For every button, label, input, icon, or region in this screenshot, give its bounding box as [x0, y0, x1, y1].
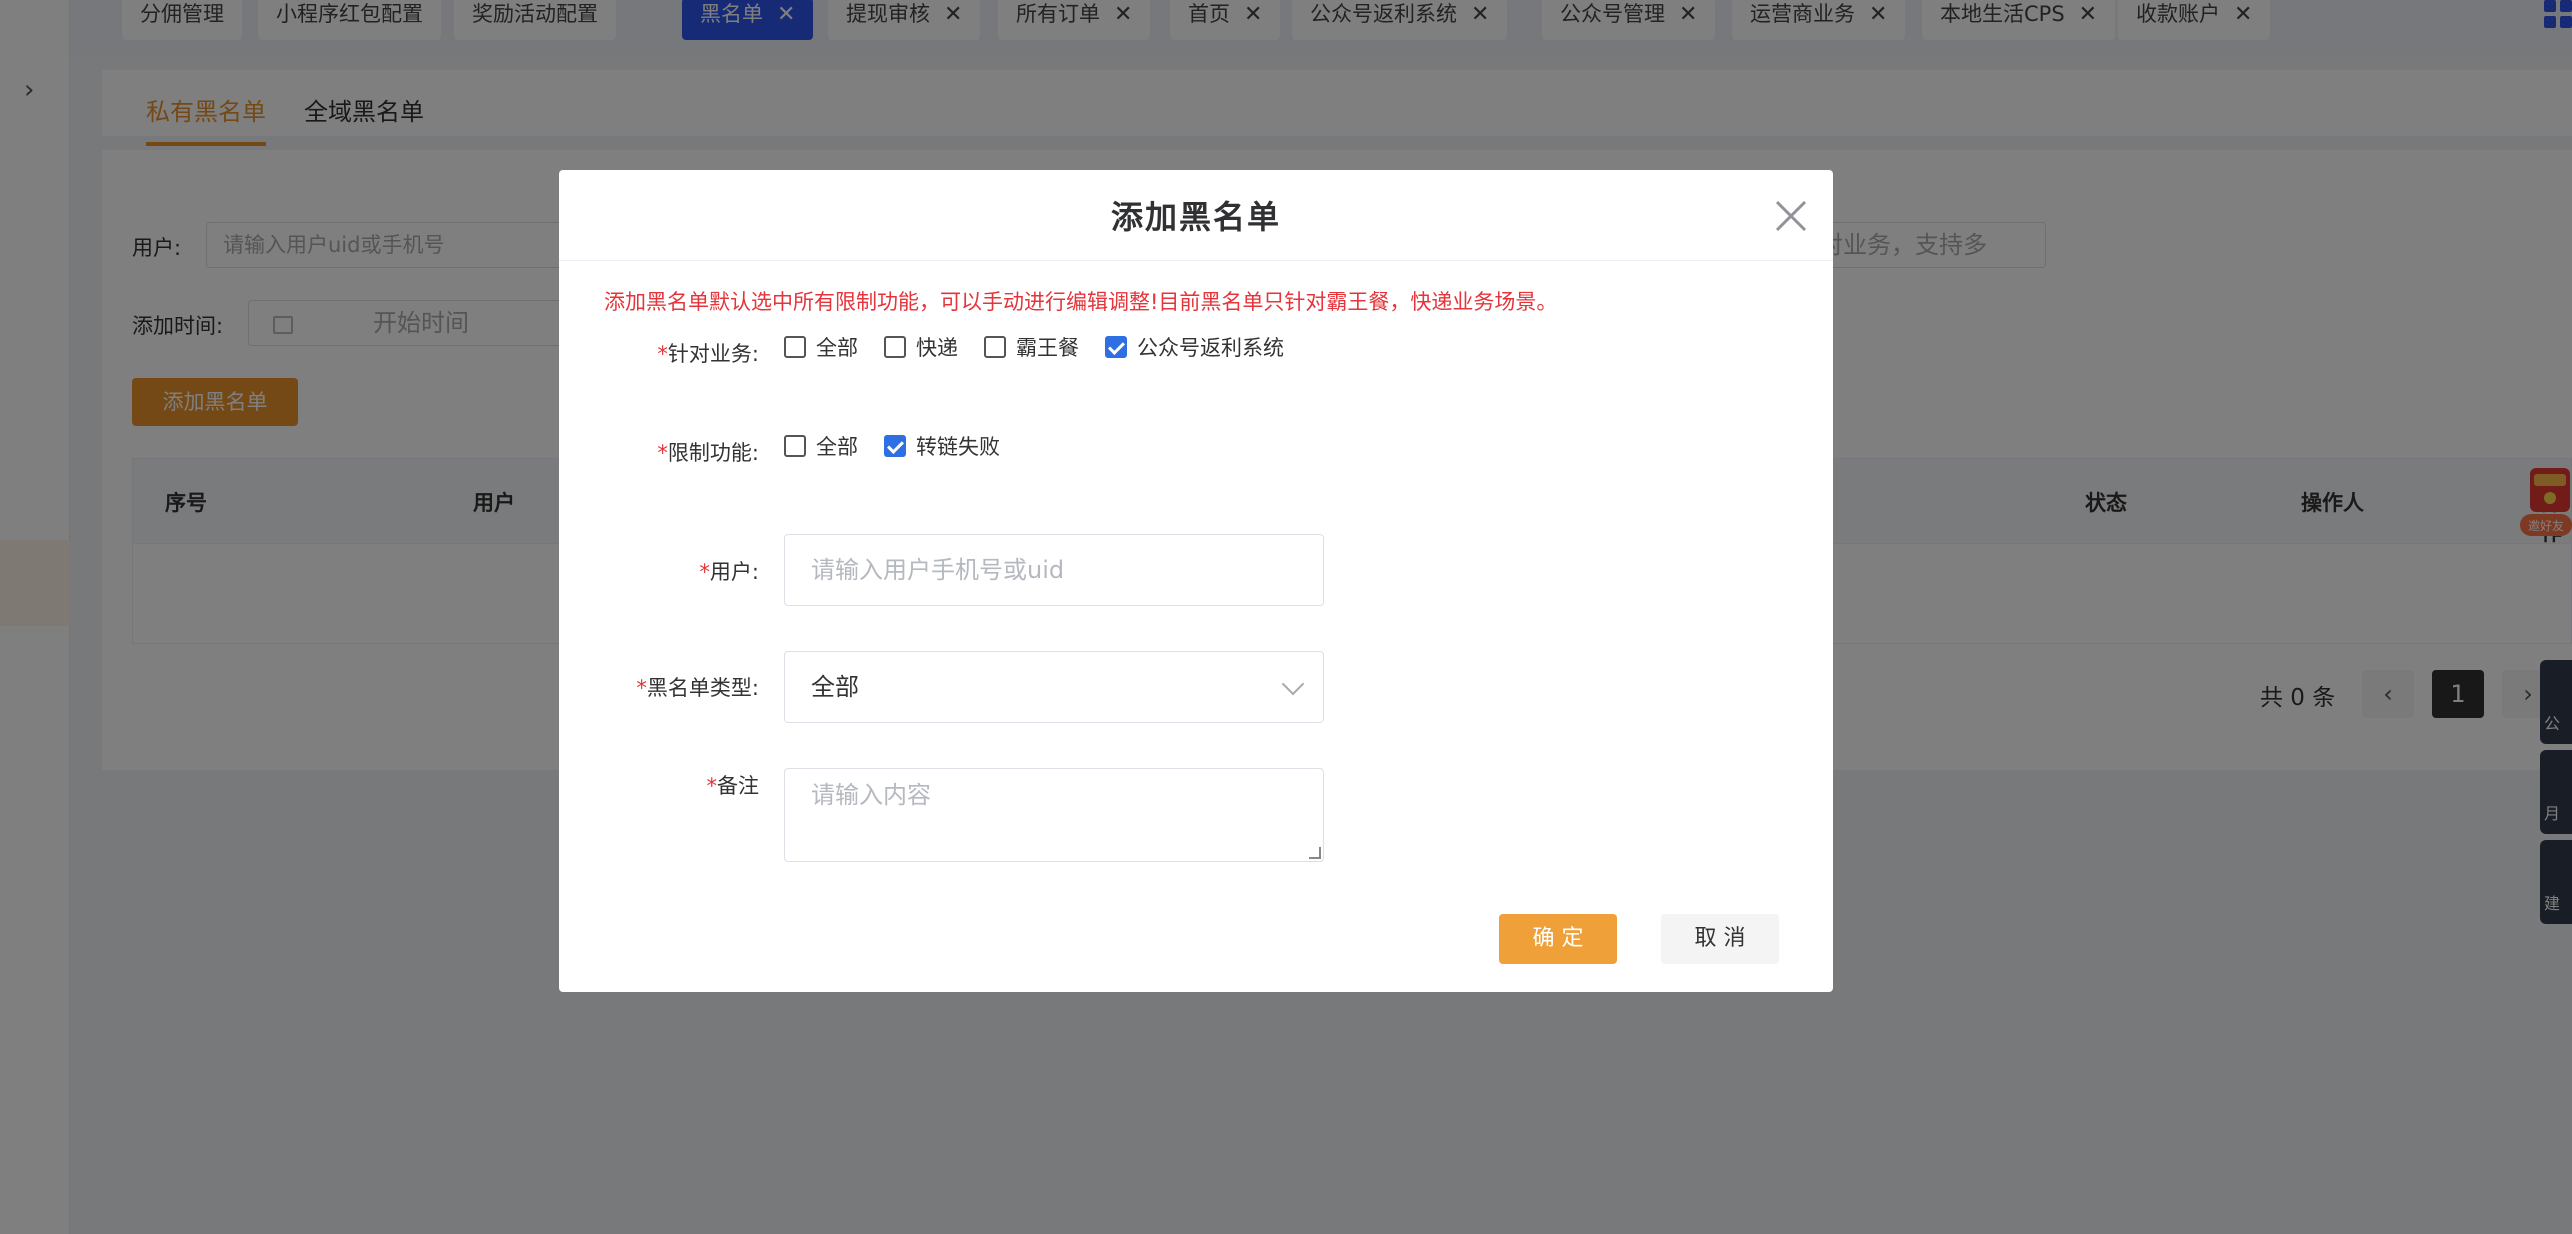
remark-label-text: 备注 — [717, 774, 759, 798]
checkbox-restrict-link-fail[interactable]: 转链失败 — [884, 431, 1000, 461]
restrict-checkbox-group: 全部 转链失败 — [784, 431, 1026, 461]
checkbox-business-official-rebate[interactable]: 公众号返利系统 — [1105, 332, 1284, 362]
restrict-label: *限制功能: — [559, 437, 759, 467]
checkbox-label: 全部 — [816, 336, 858, 360]
required-mark: * — [636, 676, 647, 700]
required-mark: * — [657, 342, 668, 366]
checkbox-box[interactable] — [784, 336, 806, 358]
checkbox-label: 霸王餐 — [1016, 336, 1079, 360]
business-label-text: 针对业务: — [667, 342, 759, 366]
dialog-title: 添加黑名单 — [1110, 198, 1281, 236]
resize-handle-icon[interactable] — [1309, 847, 1321, 859]
cancel-button[interactable]: 取 消 — [1661, 914, 1779, 964]
checkbox-business-free-meal[interactable]: 霸王餐 — [984, 332, 1079, 362]
user-label-text: 用户: — [709, 560, 759, 584]
checkbox-box-checked[interactable] — [1105, 336, 1127, 358]
required-mark: * — [699, 560, 710, 584]
user-input[interactable]: 请输入用户手机号或uid — [784, 534, 1324, 606]
business-label: *针对业务: — [559, 338, 759, 368]
type-label-text: 黑名单类型: — [646, 676, 759, 700]
checkbox-box[interactable] — [884, 336, 906, 358]
checkbox-restrict-all[interactable]: 全部 — [784, 431, 858, 461]
remark-label: *备注 — [559, 770, 760, 800]
checkbox-label: 全部 — [816, 435, 858, 459]
checkbox-label: 快递 — [916, 336, 958, 360]
select-value: 全部 — [811, 673, 859, 701]
dialog-notice: 添加黑名单默认选中所有限制功能，可以手动进行编辑调整!目前黑名单只针对霸王餐，快… — [604, 290, 1558, 314]
required-mark: * — [706, 774, 718, 798]
blacklist-type-label: *黑名单类型: — [559, 672, 759, 702]
dialog-divider — [559, 260, 1833, 261]
checkbox-business-express[interactable]: 快递 — [884, 332, 958, 362]
checkbox-business-all[interactable]: 全部 — [784, 332, 858, 362]
checkbox-box-checked[interactable] — [884, 435, 906, 457]
remark-textarea[interactable]: 请输入内容 — [784, 768, 1324, 862]
checkbox-label: 转链失败 — [916, 435, 1000, 459]
checkbox-box[interactable] — [984, 336, 1006, 358]
chevron-down-icon — [1281, 672, 1305, 696]
blacklist-type-select[interactable]: 全部 — [784, 651, 1324, 723]
business-checkbox-group: 全部 快递 霸王餐 公众号返利系统 — [784, 332, 1310, 362]
user-label: *用户: — [559, 556, 759, 586]
checkbox-box[interactable] — [784, 435, 806, 457]
required-mark: * — [657, 441, 668, 465]
confirm-button[interactable]: 确 定 — [1499, 914, 1617, 964]
checkbox-label: 公众号返利系统 — [1137, 336, 1284, 360]
remark-placeholder: 请输入内容 — [811, 781, 931, 809]
restrict-label-text: 限制功能: — [667, 441, 759, 465]
close-icon[interactable] — [1773, 198, 1809, 234]
add-blacklist-dialog: 添加黑名单 添加黑名单默认选中所有限制功能，可以手动进行编辑调整!目前黑名单只针… — [559, 170, 1833, 992]
